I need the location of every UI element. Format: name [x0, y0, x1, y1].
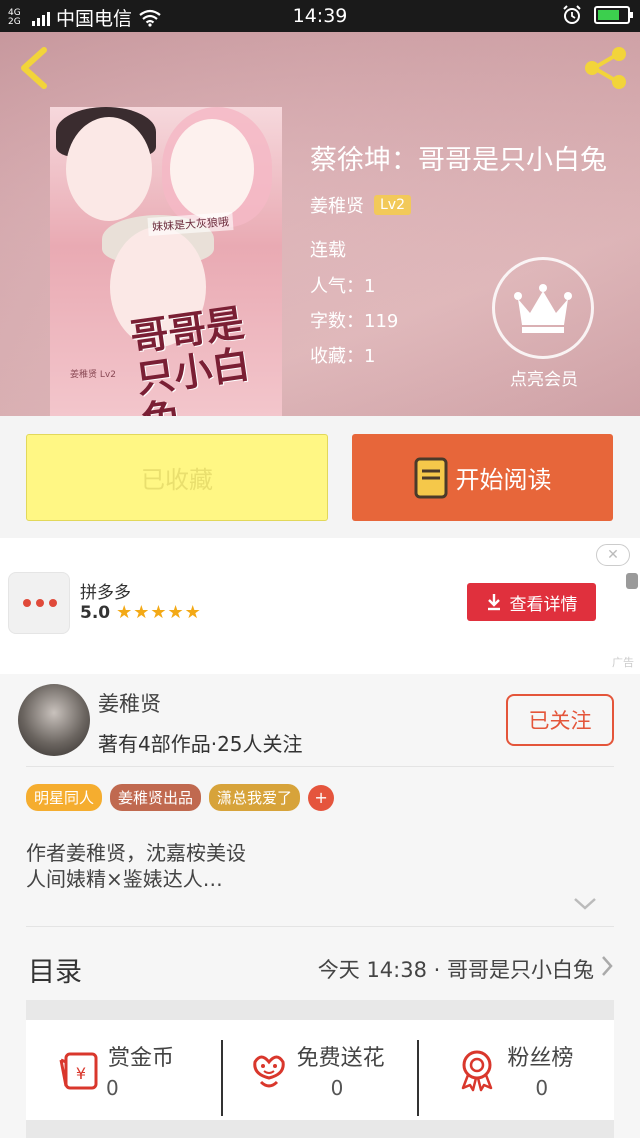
book-author-row[interactable]: 姜稚贤 Lv2 [310, 192, 411, 218]
book-intro: 作者姜稚贤，沈嘉桉美设 人间婊精×鉴婊达人… [26, 841, 246, 891]
ribbon-medal-icon [462, 1050, 493, 1092]
chevron-right-icon [602, 956, 613, 976]
feature-count: 0 [535, 1076, 549, 1100]
author-stats: 著有4部作品·25人关注 [98, 732, 303, 756]
start-reading-label: 开始阅读 [455, 466, 552, 494]
feature-count: 0 [330, 1076, 344, 1100]
cover-credits: 姜稚贤 Lv2 [70, 370, 116, 380]
action-bar: 已收藏 开始阅读 [0, 416, 640, 538]
feature-label: 免费送花 [296, 1046, 385, 1071]
feature-count: 0 [106, 1076, 119, 1100]
book-cover[interactable]: 妹妹是大灰狼哦 哥哥是只小白兔 姜稚贤 Lv2 [50, 107, 282, 416]
tag-item[interactable]: 姜稚贤出品 [110, 784, 202, 811]
book-icon [414, 457, 447, 498]
toc-row[interactable]: 目录 今天 14:38 · 哥哥是只小白兔 [0, 932, 640, 1002]
toc-title: 目录 [28, 957, 82, 988]
scrollbar-thumb[interactable] [626, 573, 638, 589]
fan-ranking-button[interactable]: 粉丝榜 0 [419, 1020, 614, 1136]
ad-details-label: 查看详情 [509, 594, 578, 615]
crown-icon [514, 284, 572, 333]
ad-close-button[interactable]: ✕ [596, 544, 630, 566]
tag-item[interactable]: 潇总我爱了 [209, 784, 301, 811]
author-section: 姜稚贤 著有4部作品·25人关注 已关注 明星同人 姜稚贤出品 潇总我爱了 + … [0, 674, 640, 1138]
divider [26, 926, 614, 927]
feature-label: 赏金币 [108, 1046, 175, 1071]
ad-rating-value: 5.0 [80, 602, 111, 623]
status-bar: 4G 2G 中国电信 14:39 [0, 0, 640, 32]
tag-item[interactable]: 明星同人 [26, 784, 103, 811]
book-popularity: 人气：1 [310, 276, 376, 297]
ad-rating: 5.0 ★★★★★ [80, 602, 202, 623]
clock: 14:39 [292, 5, 348, 27]
ad-banner[interactable]: ✕ 拼多多 5.0 ★★★★★ 查看详情 广告 [0, 538, 640, 674]
divider [26, 766, 614, 767]
download-icon [487, 594, 500, 611]
ad-app-icon [8, 572, 70, 634]
star-rating-icon: ★★★★★ [116, 602, 202, 623]
start-reading-button[interactable]: 开始阅读 [352, 434, 613, 521]
send-flower-button[interactable]: 免费送花 0 [223, 1020, 418, 1136]
alarm-icon [563, 5, 581, 24]
avatar[interactable] [18, 684, 90, 756]
book-hero: 妹妹是大灰狼哦 哥哥是只小白兔 姜稚贤 Lv2 蔡徐坤：哥哥是只小白兔 姜稚贤 … [0, 32, 640, 416]
ad-app-name: 拼多多 [80, 583, 131, 603]
ad-tag: 广告 [612, 656, 634, 669]
share-icon[interactable] [580, 44, 630, 92]
book-title: 蔡徐坤：哥哥是只小白兔 [310, 145, 607, 176]
author-level-badge: Lv2 [374, 195, 411, 215]
vip-button[interactable]: 点亮会员 [492, 257, 596, 390]
chevron-down-icon[interactable] [572, 896, 598, 912]
book-favorites: 收藏：1 [310, 346, 376, 367]
book-word-count: 字数：119 [310, 311, 399, 332]
add-tag-button[interactable]: + [308, 784, 335, 811]
chevron-left-icon[interactable] [14, 44, 54, 92]
tag-list: 明星同人 姜稚贤出品 潇总我爱了 + [26, 784, 335, 811]
follow-button[interactable]: 已关注 [506, 694, 614, 746]
svg-text:¥: ¥ [76, 1064, 86, 1083]
collected-button[interactable]: 已收藏 [26, 434, 328, 521]
battery-icon [594, 6, 633, 24]
toc-latest-chapter: 今天 14:38 · 哥哥是只小白兔 [317, 958, 594, 982]
reward-coin-button[interactable]: ¥ 赏金币 0 [26, 1020, 221, 1136]
vip-label: 点亮会员 [510, 370, 578, 390]
author-name[interactable]: 姜稚贤 [98, 688, 161, 718]
flower-icon [252, 1055, 285, 1088]
book-status: 连载 [310, 240, 346, 261]
book-author-name[interactable]: 姜稚贤 [310, 192, 364, 218]
coin-envelope-icon: ¥ [59, 1052, 98, 1090]
cover-title: 哥哥是只小白兔 [127, 299, 253, 416]
ad-details-button[interactable]: 查看详情 [467, 583, 596, 621]
feature-bar: ¥ 赏金币 0 免费送花 0 粉丝榜 0 [26, 1020, 614, 1136]
feature-label: 粉丝榜 [507, 1046, 574, 1071]
